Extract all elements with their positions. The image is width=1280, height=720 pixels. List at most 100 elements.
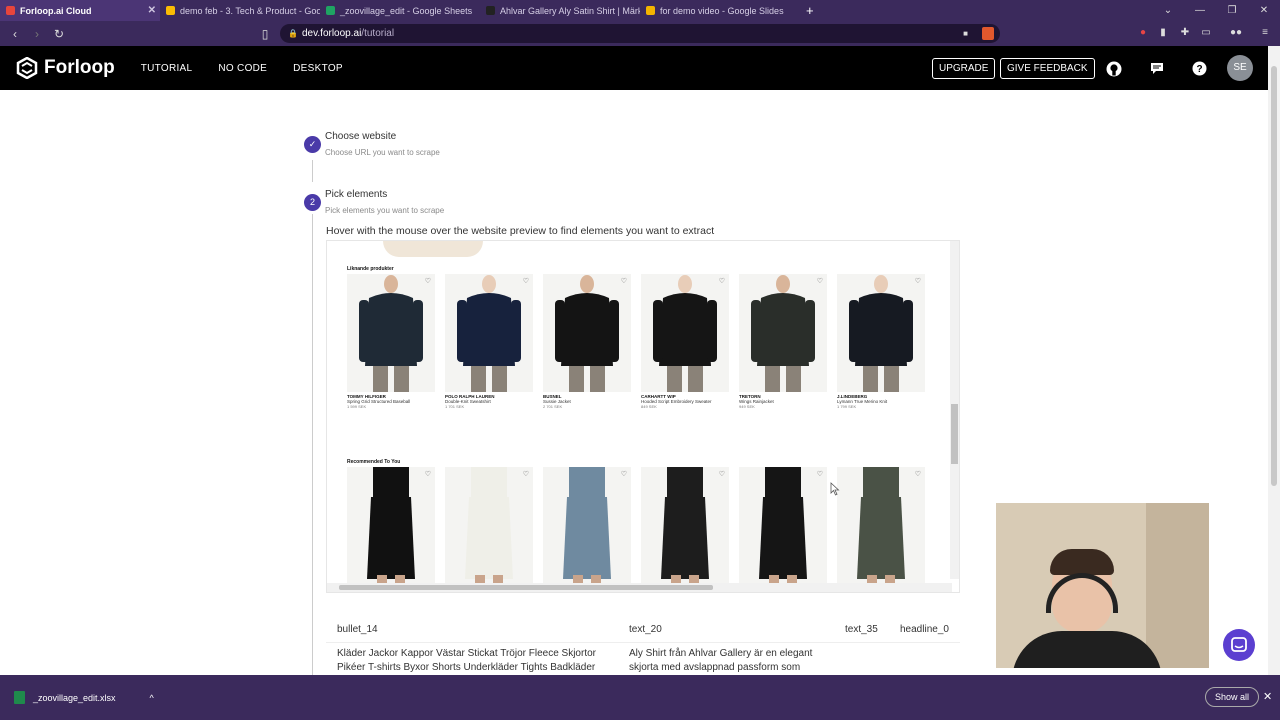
tab-3[interactable]: Ahlvar Gallery Aly Satin Shirt | Märkes [480,0,640,21]
heart-icon[interactable]: ♡ [621,277,627,285]
column-header-text-35[interactable]: text_35 [845,624,878,635]
heart-icon[interactable]: ♡ [523,470,529,478]
nav-tutorial[interactable]: TUTORIAL [141,63,193,74]
tab-2[interactable]: _zoovillage_edit - Google Sheets [320,0,480,21]
nav-no-code[interactable]: NO CODE [218,63,267,74]
back-icon[interactable]: ‹ [4,27,26,41]
product-image[interactable]: ♡ [347,274,435,392]
tab-4[interactable]: for demo video - Google Slides [640,0,800,21]
product-image[interactable]: ♡ [347,467,435,585]
heart-icon[interactable]: ♡ [915,470,921,478]
tab-search-icon[interactable]: ⌄ [1152,5,1184,16]
restore-icon[interactable]: ❐ [1216,5,1248,16]
page-scrollbar-thumb[interactable] [1271,66,1277,486]
table-cell-bullet: Kläder Jackor Kappor Västar Stickat Tröj… [337,648,596,673]
product-card[interactable]: ♡ TOMMY HILFIGER Spring Grid Structured Ba… [347,274,435,409]
product-image[interactable]: ♡ [837,274,925,392]
product-price[interactable]: 849 SEK [641,404,729,409]
product-image[interactable]: ♡ [641,274,729,392]
new-tab-button[interactable]: + [806,3,814,18]
section-similar-products[interactable]: Liknande produkter [347,266,394,272]
minimize-icon[interactable]: — [1184,5,1216,16]
product-card[interactable]: ♡ [543,467,631,585]
avatar[interactable]: SE [1227,55,1253,81]
product-card[interactable]: ♡ [445,467,533,585]
column-header-headline-0[interactable]: headline_0 [900,624,949,635]
product-image[interactable]: ♡ [641,467,729,585]
nav-desktop[interactable]: DESKTOP [293,63,343,74]
product-card[interactable]: ♡ [641,467,729,585]
heart-icon[interactable]: ♡ [621,470,627,478]
profile-icon[interactable]: ●● [1224,26,1248,40]
product-image[interactable]: ♡ [445,467,533,585]
heart-icon[interactable]: ♡ [719,277,725,285]
support-chat-button[interactable] [1223,629,1255,661]
product-price[interactable]: 1 599 SEK [347,404,435,409]
product-card[interactable]: ♡ CARHARTT WIP Hooded Script Embroidery Sw… [641,274,729,409]
preview-hscroll-thumb[interactable] [339,585,713,590]
extension-icon[interactable]: ▮ [1156,26,1170,40]
product-image[interactable]: ♡ [543,274,631,392]
bookmark-icon[interactable]: ▯ [254,27,276,41]
product-image[interactable]: ♡ [739,274,827,392]
puzzle-icon[interactable]: ✚ [1178,26,1192,40]
product-card[interactable]: ♡ [347,467,435,585]
product-image[interactable]: ♡ [837,467,925,585]
product-image[interactable]: ♡ [445,274,533,392]
step-connector [312,160,313,182]
show-all-button[interactable]: Show all [1205,687,1260,707]
product-card[interactable]: ♡ BUSNEL Sussie Jacket 2 701 SEK [543,274,631,409]
tab-title: _zoovillage_edit - Google Sheets [340,5,473,16]
github-icon[interactable] [1106,61,1122,77]
product-image[interactable]: ♡ [543,467,631,585]
website-preview[interactable]: Liknande produkter ♡ TOMMY HILFIGER Spring… [326,240,960,593]
tab-0[interactable]: Forloop.ai Cloud ✕ [0,0,160,21]
column-header-bullet-14[interactable]: bullet_14 [337,624,378,635]
download-item[interactable]: _zoovillage_edit.xlsx ^ [14,691,154,704]
product-image[interactable]: ♡ [739,467,827,585]
chat-icon[interactable] [1149,61,1165,77]
heart-icon[interactable]: ♡ [523,277,529,285]
product-price[interactable]: 2 701 SEK [543,404,631,409]
product-card[interactable]: ♡ [837,467,925,585]
close-downloads-icon[interactable]: ✕ [1263,690,1272,703]
table-header-divider [326,642,960,643]
upgrade-button[interactable]: UPGRADE [932,58,996,79]
preview-vertical-scrollbar[interactable] [950,241,959,579]
camera-icon[interactable]: ■ [963,29,968,38]
url-path: /tutorial [361,28,395,39]
forloop-logo[interactable]: Forloop [16,57,115,79]
product-card[interactable]: ♡ POLO RALPH LAUREN Double-Knit Sweatshirt… [445,274,533,409]
tab-close-icon[interactable]: ✕ [148,5,156,16]
heart-icon[interactable]: ♡ [817,277,823,285]
column-header-text-20[interactable]: text_20 [629,624,662,635]
menu-icon[interactable]: ≡ [1258,26,1272,40]
preview-vscroll-thumb[interactable] [951,404,958,464]
product-price[interactable]: 1 799 SEK [837,404,925,409]
product-price[interactable]: 949 SEK [739,404,827,409]
reload-icon[interactable]: ↻ [48,27,70,41]
section-recommended[interactable]: Recommended To You [347,459,400,465]
product-card[interactable]: ♡ TRETORN Wings Rainjacket 949 SEK [739,274,827,409]
heart-icon[interactable]: ♡ [719,470,725,478]
product-card[interactable]: ♡ J.LINDEBERG Lymann True Merino Knit 1 799… [837,274,925,409]
product-price[interactable]: 1 701 SEK [445,404,533,409]
give-feedback-button[interactable]: GIVE FEEDBACK [1000,58,1095,79]
sidebar-icon[interactable]: ▭ [1199,26,1213,40]
url-field[interactable]: 🔒 dev.forloop.ai/tutorial ■ [280,24,1000,43]
logo-icon [16,57,38,79]
heart-icon[interactable]: ♡ [425,470,431,478]
close-window-icon[interactable]: ✕ [1248,5,1280,16]
preview-horizontal-scrollbar[interactable] [327,583,952,592]
heart-icon[interactable]: ♡ [817,470,823,478]
chevron-up-icon[interactable]: ^ [150,693,154,703]
tab-1[interactable]: demo feb - 3. Tech & Product - Googl [160,0,320,21]
product-card[interactable]: ♡ [739,467,827,585]
record-icon[interactable]: ● [1136,26,1150,40]
forward-icon[interactable]: › [26,27,48,41]
heart-icon[interactable]: ♡ [915,277,921,285]
brave-shield-icon[interactable] [982,27,994,40]
page-scrollbar[interactable] [1268,46,1280,675]
help-icon[interactable]: ? [1191,61,1207,77]
heart-icon[interactable]: ♡ [425,277,431,285]
